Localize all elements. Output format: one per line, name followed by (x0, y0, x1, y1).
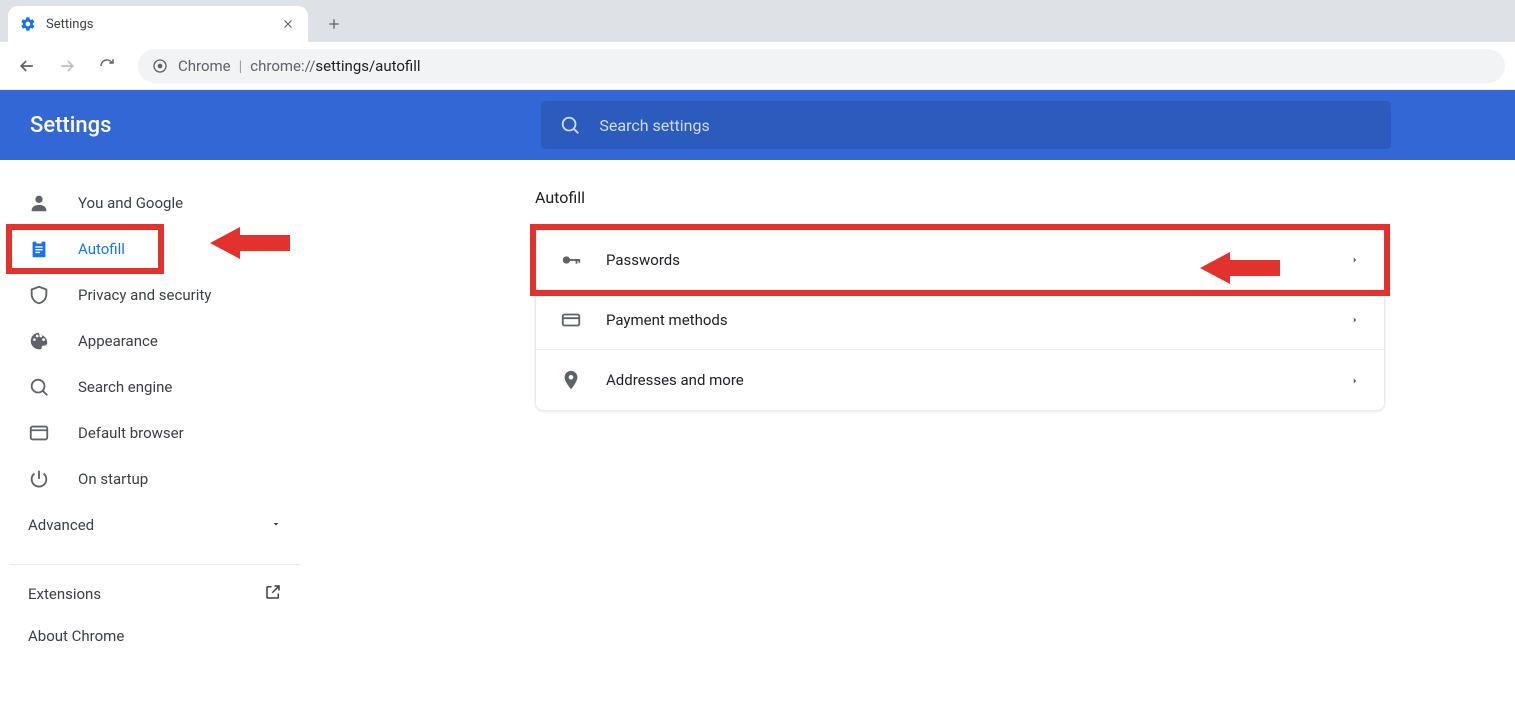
sidebar-item-default-browser[interactable]: Default browser (10, 412, 300, 454)
sidebar-item-appearance[interactable]: Appearance (10, 320, 300, 362)
sidebar-item-label: On startup (78, 470, 148, 488)
external-link-icon (264, 583, 282, 605)
row-label: Payment methods (606, 311, 1350, 329)
chevron-right-icon (1350, 310, 1360, 329)
person-icon (28, 192, 50, 214)
key-icon (560, 249, 582, 271)
row-addresses[interactable]: Addresses and more (536, 350, 1384, 410)
search-settings-input[interactable] (599, 116, 1373, 135)
row-passwords[interactable]: Passwords (536, 230, 1384, 290)
sidebar-item-label: Search engine (78, 378, 172, 396)
search-icon (559, 114, 581, 136)
credit-card-icon (560, 309, 582, 331)
chevron-right-icon (1350, 371, 1360, 390)
browser-icon (28, 422, 50, 444)
sidebar-divider (10, 564, 300, 565)
sidebar-item-extensions[interactable]: Extensions (10, 573, 300, 615)
advanced-label: Advanced (28, 516, 94, 534)
sidebar-item-privacy[interactable]: Privacy and security (10, 274, 300, 316)
reload-button[interactable] (90, 49, 124, 83)
sidebar-item-on-startup[interactable]: On startup (10, 458, 300, 500)
autofill-card: Passwords Payment methods Addresses an (535, 229, 1385, 411)
back-button[interactable] (10, 49, 44, 83)
sidebar-item-label: Autofill (78, 240, 125, 258)
browser-tab-settings[interactable]: Settings (8, 6, 308, 42)
sidebar-item-label: Privacy and security (78, 286, 211, 304)
palette-icon (28, 330, 50, 352)
settings-main: Autofill Passwords Payment methods (310, 160, 1515, 719)
sidebar-item-label: Appearance (78, 332, 158, 350)
forward-button[interactable] (50, 49, 84, 83)
chevron-right-icon (1350, 250, 1360, 269)
annotation-arrow (210, 223, 290, 263)
gear-icon (20, 16, 36, 32)
url-text: Chrome | chrome://settings/autofill (178, 57, 421, 75)
sidebar-item-you-and-google[interactable]: You and Google (10, 182, 300, 224)
browser-tab-strip: Settings (0, 0, 1515, 42)
settings-header: Settings (0, 90, 1515, 160)
section-title: Autofill (535, 188, 1515, 207)
extensions-label: Extensions (28, 585, 101, 603)
chevron-down-icon (270, 516, 282, 534)
search-icon (28, 376, 50, 398)
sidebar-item-label: Default browser (78, 424, 184, 442)
shield-icon (28, 284, 50, 306)
sidebar-item-label: You and Google (78, 194, 183, 212)
close-tab-icon[interactable] (280, 16, 296, 32)
clipboard-icon (28, 238, 50, 260)
row-label: Addresses and more (606, 371, 1350, 389)
search-settings-box[interactable] (541, 101, 1391, 149)
address-bar[interactable]: Chrome | chrome://settings/autofill (138, 49, 1505, 83)
new-tab-button[interactable] (320, 10, 348, 38)
page-title: Settings (30, 113, 111, 138)
row-payment[interactable]: Payment methods (536, 290, 1384, 350)
tab-title: Settings (46, 17, 280, 32)
sidebar-advanced-toggle[interactable]: Advanced (10, 504, 300, 546)
browser-toolbar: Chrome | chrome://settings/autofill (0, 42, 1515, 90)
row-label: Passwords (606, 251, 1350, 269)
chrome-icon (152, 58, 168, 74)
location-pin-icon (560, 369, 582, 391)
sidebar-item-about[interactable]: About Chrome (10, 615, 300, 657)
about-label: About Chrome (28, 627, 124, 645)
sidebar-item-autofill[interactable]: Autofill (10, 228, 160, 270)
sidebar-item-search-engine[interactable]: Search engine (10, 366, 300, 408)
power-icon (28, 468, 50, 490)
